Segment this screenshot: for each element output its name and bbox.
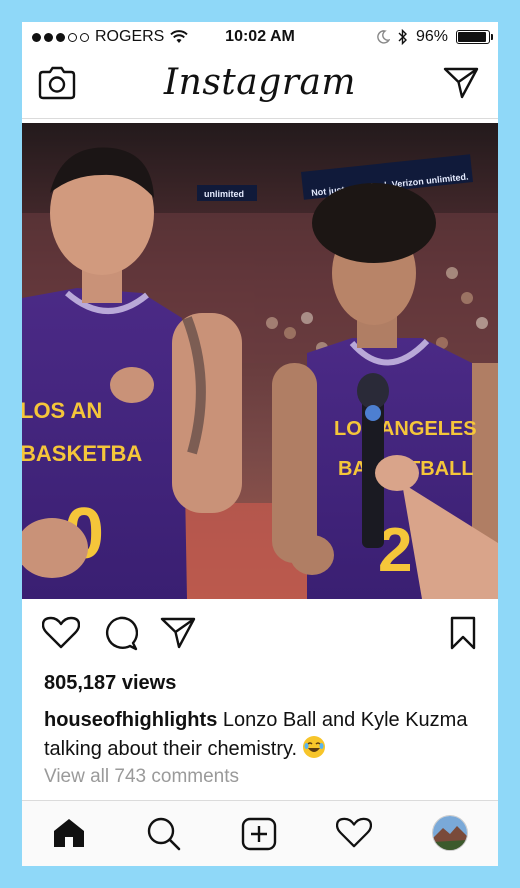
profile-avatar[interactable] xyxy=(432,815,468,851)
moon-icon xyxy=(377,30,390,44)
post-image: unlimited Not just unlimited. Verizon un… xyxy=(22,123,498,599)
battery-icon xyxy=(456,30,493,44)
jersey-left-line2: BASKETBA xyxy=(22,441,142,466)
search-icon[interactable] xyxy=(147,817,181,851)
status-bar: ROGERS 10:02 AM 96% xyxy=(22,22,498,52)
post-caption: houseofhighlights Lonzo Ball and Kyle Ku… xyxy=(44,706,474,764)
activity-icon[interactable] xyxy=(336,817,372,849)
battery-percent: 96% xyxy=(415,28,448,45)
bottom-tab-bar xyxy=(22,800,498,866)
jersey-left-line1: LOS AN xyxy=(22,398,102,423)
bookmark-icon[interactable] xyxy=(450,616,476,650)
phone-screen: ROGERS 10:02 AM 96% Instagram unlimited … xyxy=(22,22,498,866)
banner-left: unlimited xyxy=(204,189,244,199)
direct-message-icon[interactable] xyxy=(443,66,479,100)
post-username[interactable]: houseofhighlights xyxy=(44,709,217,731)
bluetooth-icon xyxy=(398,29,407,45)
home-icon[interactable] xyxy=(52,817,86,849)
view-comments-link[interactable]: View all 743 comments xyxy=(44,766,239,788)
post-actions xyxy=(22,616,498,656)
post-photo[interactable]: unlimited Not just unlimited. Verizon un… xyxy=(22,123,498,599)
status-right: 96% xyxy=(376,28,493,46)
app-header: Instagram xyxy=(22,52,498,119)
comment-icon[interactable] xyxy=(102,616,138,652)
view-count: 805,187 views xyxy=(44,672,177,694)
app-logo: Instagram xyxy=(163,62,357,103)
jersey-right-line1: LOS ANGELES xyxy=(334,418,477,440)
heart-icon[interactable] xyxy=(42,616,80,650)
send-icon[interactable] xyxy=(160,616,196,650)
laughing-emoji-icon xyxy=(302,736,325,758)
add-post-icon[interactable] xyxy=(241,817,277,851)
